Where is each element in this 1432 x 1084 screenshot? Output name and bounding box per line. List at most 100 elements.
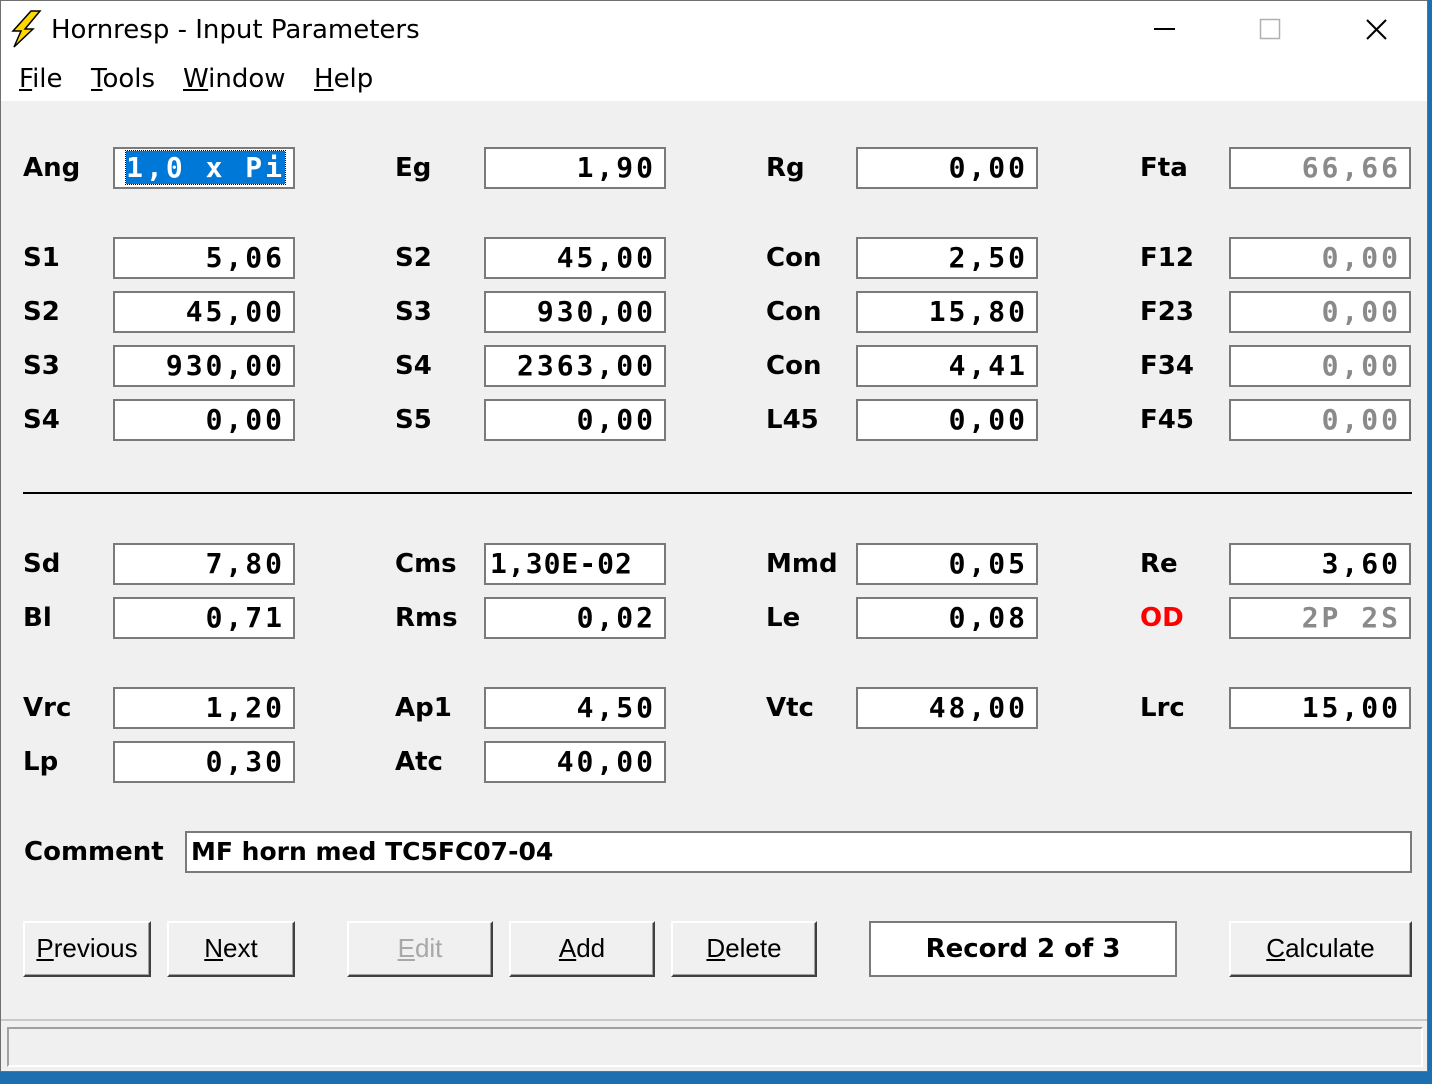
value-s4-14: 2363,00 bbox=[516, 349, 656, 382]
close-icon bbox=[1366, 19, 1387, 40]
field-f12-8[interactable]: 0,00 bbox=[1229, 237, 1411, 279]
edit-button[interactable]: Edit bbox=[347, 921, 493, 977]
menu-window[interactable]: Window bbox=[183, 64, 286, 94]
value-rg-3: 0,00 bbox=[948, 151, 1028, 184]
field-sd-21[interactable]: 7,80 bbox=[113, 543, 295, 585]
value-od-28: 2P 2S bbox=[1301, 601, 1401, 634]
value-mmd-23: 0,05 bbox=[948, 547, 1028, 580]
field-con-15[interactable]: 4,41 bbox=[856, 345, 1038, 387]
value-cms-22: 1,30E-02 bbox=[490, 547, 633, 580]
field-vrc-29[interactable]: 1,20 bbox=[113, 687, 295, 729]
field-f23-12[interactable]: 0,00 bbox=[1229, 291, 1411, 333]
previous-button[interactable]: Previous bbox=[23, 921, 151, 977]
comment-label: Comment bbox=[24, 837, 164, 867]
label-lp-33: Lp bbox=[23, 747, 59, 777]
field-s3-13[interactable]: 930,00 bbox=[113, 345, 295, 387]
value-s3-10: 930,00 bbox=[536, 295, 656, 328]
field-s5-18[interactable]: 0,00 bbox=[484, 399, 666, 441]
field-s4-14[interactable]: 2363,00 bbox=[484, 345, 666, 387]
value-lp-33: 0,30 bbox=[205, 745, 285, 778]
label-vrc-29: Vrc bbox=[23, 693, 72, 723]
field-eg-2[interactable]: 1,90 bbox=[484, 147, 666, 189]
label-s4-14: S4 bbox=[395, 351, 432, 381]
calculate-button[interactable]: Calculate bbox=[1229, 921, 1412, 977]
value-ang-1: 1,0 x Pi bbox=[125, 150, 286, 185]
value-s2-9: 45,00 bbox=[185, 295, 285, 328]
field-atc-34[interactable]: 40,00 bbox=[484, 741, 666, 783]
value-s5-18: 0,00 bbox=[576, 403, 656, 436]
label-fta-4: Fta bbox=[1140, 153, 1188, 183]
status-separator bbox=[1, 1019, 1427, 1021]
delete-button[interactable]: Delete bbox=[671, 921, 817, 977]
field-rms-26[interactable]: 0,02 bbox=[484, 597, 666, 639]
menu-bar: File Tools Window Help bbox=[1, 59, 1427, 101]
menu-help[interactable]: Help bbox=[314, 64, 373, 94]
field-le-27[interactable]: 0,08 bbox=[856, 597, 1038, 639]
title-bar[interactable]: Hornresp - Input Parameters bbox=[1, 1, 1427, 59]
field-con-11[interactable]: 15,80 bbox=[856, 291, 1038, 333]
minimize-button[interactable] bbox=[1115, 1, 1215, 59]
value-s2-6: 45,00 bbox=[556, 241, 656, 274]
window-title: Hornresp - Input Parameters bbox=[51, 15, 420, 45]
value-con-7: 2,50 bbox=[948, 241, 1028, 274]
field-lrc-32[interactable]: 15,00 bbox=[1229, 687, 1411, 729]
value-f23-12: 0,00 bbox=[1321, 295, 1401, 328]
add-button[interactable]: Add bbox=[509, 921, 655, 977]
field-s2-6[interactable]: 45,00 bbox=[484, 237, 666, 279]
field-l45-19[interactable]: 0,00 bbox=[856, 399, 1038, 441]
value-ap1-30: 4,50 bbox=[576, 691, 656, 724]
value-fta-4: 66,66 bbox=[1301, 151, 1401, 184]
field-ap1-30[interactable]: 4,50 bbox=[484, 687, 666, 729]
field-s4-17[interactable]: 0,00 bbox=[113, 399, 295, 441]
label-le-27: Le bbox=[766, 603, 801, 633]
label-l45-19: L45 bbox=[766, 405, 819, 435]
label-f23-12: F23 bbox=[1140, 297, 1194, 327]
field-vtc-31[interactable]: 48,00 bbox=[856, 687, 1038, 729]
field-ang-1[interactable]: 1,0 x Pi bbox=[113, 147, 295, 189]
close-button[interactable] bbox=[1327, 1, 1427, 59]
field-re-24[interactable]: 3,60 bbox=[1229, 543, 1411, 585]
field-s3-10[interactable]: 930,00 bbox=[484, 291, 666, 333]
label-re-24: Re bbox=[1140, 549, 1178, 579]
field-cms-22[interactable]: 1,30E-02 bbox=[484, 543, 666, 585]
minimize-icon bbox=[1154, 28, 1175, 30]
value-vrc-29: 1,20 bbox=[205, 691, 285, 724]
field-bl-25[interactable]: 0,71 bbox=[113, 597, 295, 639]
value-atc-34: 40,00 bbox=[556, 745, 656, 778]
menu-file[interactable]: File bbox=[19, 64, 63, 94]
value-con-11: 15,80 bbox=[928, 295, 1028, 328]
lightning-bolt-icon bbox=[11, 10, 42, 48]
value-f34-16: 0,00 bbox=[1321, 349, 1401, 382]
next-button[interactable]: Next bbox=[167, 921, 295, 977]
label-s3-13: S3 bbox=[23, 351, 60, 381]
value-sd-21: 7,80 bbox=[205, 547, 285, 580]
maximize-button[interactable] bbox=[1221, 1, 1321, 59]
value-s3-13: 930,00 bbox=[165, 349, 285, 382]
value-l45-19: 0,00 bbox=[948, 403, 1028, 436]
field-f34-16[interactable]: 0,00 bbox=[1229, 345, 1411, 387]
label-mmd-23: Mmd bbox=[766, 549, 838, 579]
field-f45-20[interactable]: 0,00 bbox=[1229, 399, 1411, 441]
label-f12-8: F12 bbox=[1140, 243, 1194, 273]
value-lrc-32: 15,00 bbox=[1301, 691, 1401, 724]
menu-tools[interactable]: Tools bbox=[91, 64, 155, 94]
field-s2-9[interactable]: 45,00 bbox=[113, 291, 295, 333]
section-divider bbox=[23, 492, 1412, 494]
label-ang-1: Ang bbox=[23, 153, 81, 183]
label-s2-6: S2 bbox=[395, 243, 432, 273]
label-f45-20: F45 bbox=[1140, 405, 1194, 435]
hornresp-window: Hornresp - Input Parameters File Tools W… bbox=[0, 0, 1428, 1072]
field-od-28[interactable]: 2P 2S bbox=[1229, 597, 1411, 639]
field-lp-33[interactable]: 0,30 bbox=[113, 741, 295, 783]
value-s4-17: 0,00 bbox=[205, 403, 285, 436]
field-mmd-23[interactable]: 0,05 bbox=[856, 543, 1038, 585]
field-rg-3[interactable]: 0,00 bbox=[856, 147, 1038, 189]
label-con-15: Con bbox=[766, 351, 822, 381]
field-fta-4[interactable]: 66,66 bbox=[1229, 147, 1411, 189]
field-s1-5[interactable]: 5,06 bbox=[113, 237, 295, 279]
comment-input[interactable]: MF horn med TC5FC07-04 bbox=[185, 831, 1412, 873]
field-con-7[interactable]: 2,50 bbox=[856, 237, 1038, 279]
label-con-7: Con bbox=[766, 243, 822, 273]
label-rg-3: Rg bbox=[766, 153, 805, 183]
label-rms-26: Rms bbox=[395, 603, 458, 633]
